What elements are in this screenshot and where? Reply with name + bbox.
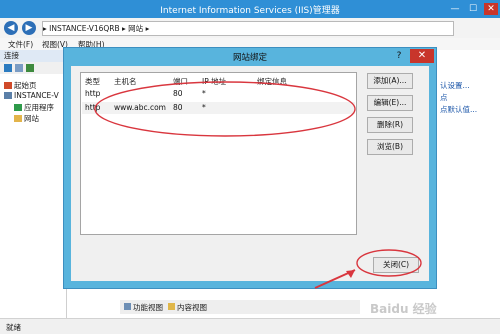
annotation-ellipse-bindings <box>94 81 356 137</box>
annotation-overlay <box>94 81 422 289</box>
annotation-ellipse-close <box>356 249 422 277</box>
